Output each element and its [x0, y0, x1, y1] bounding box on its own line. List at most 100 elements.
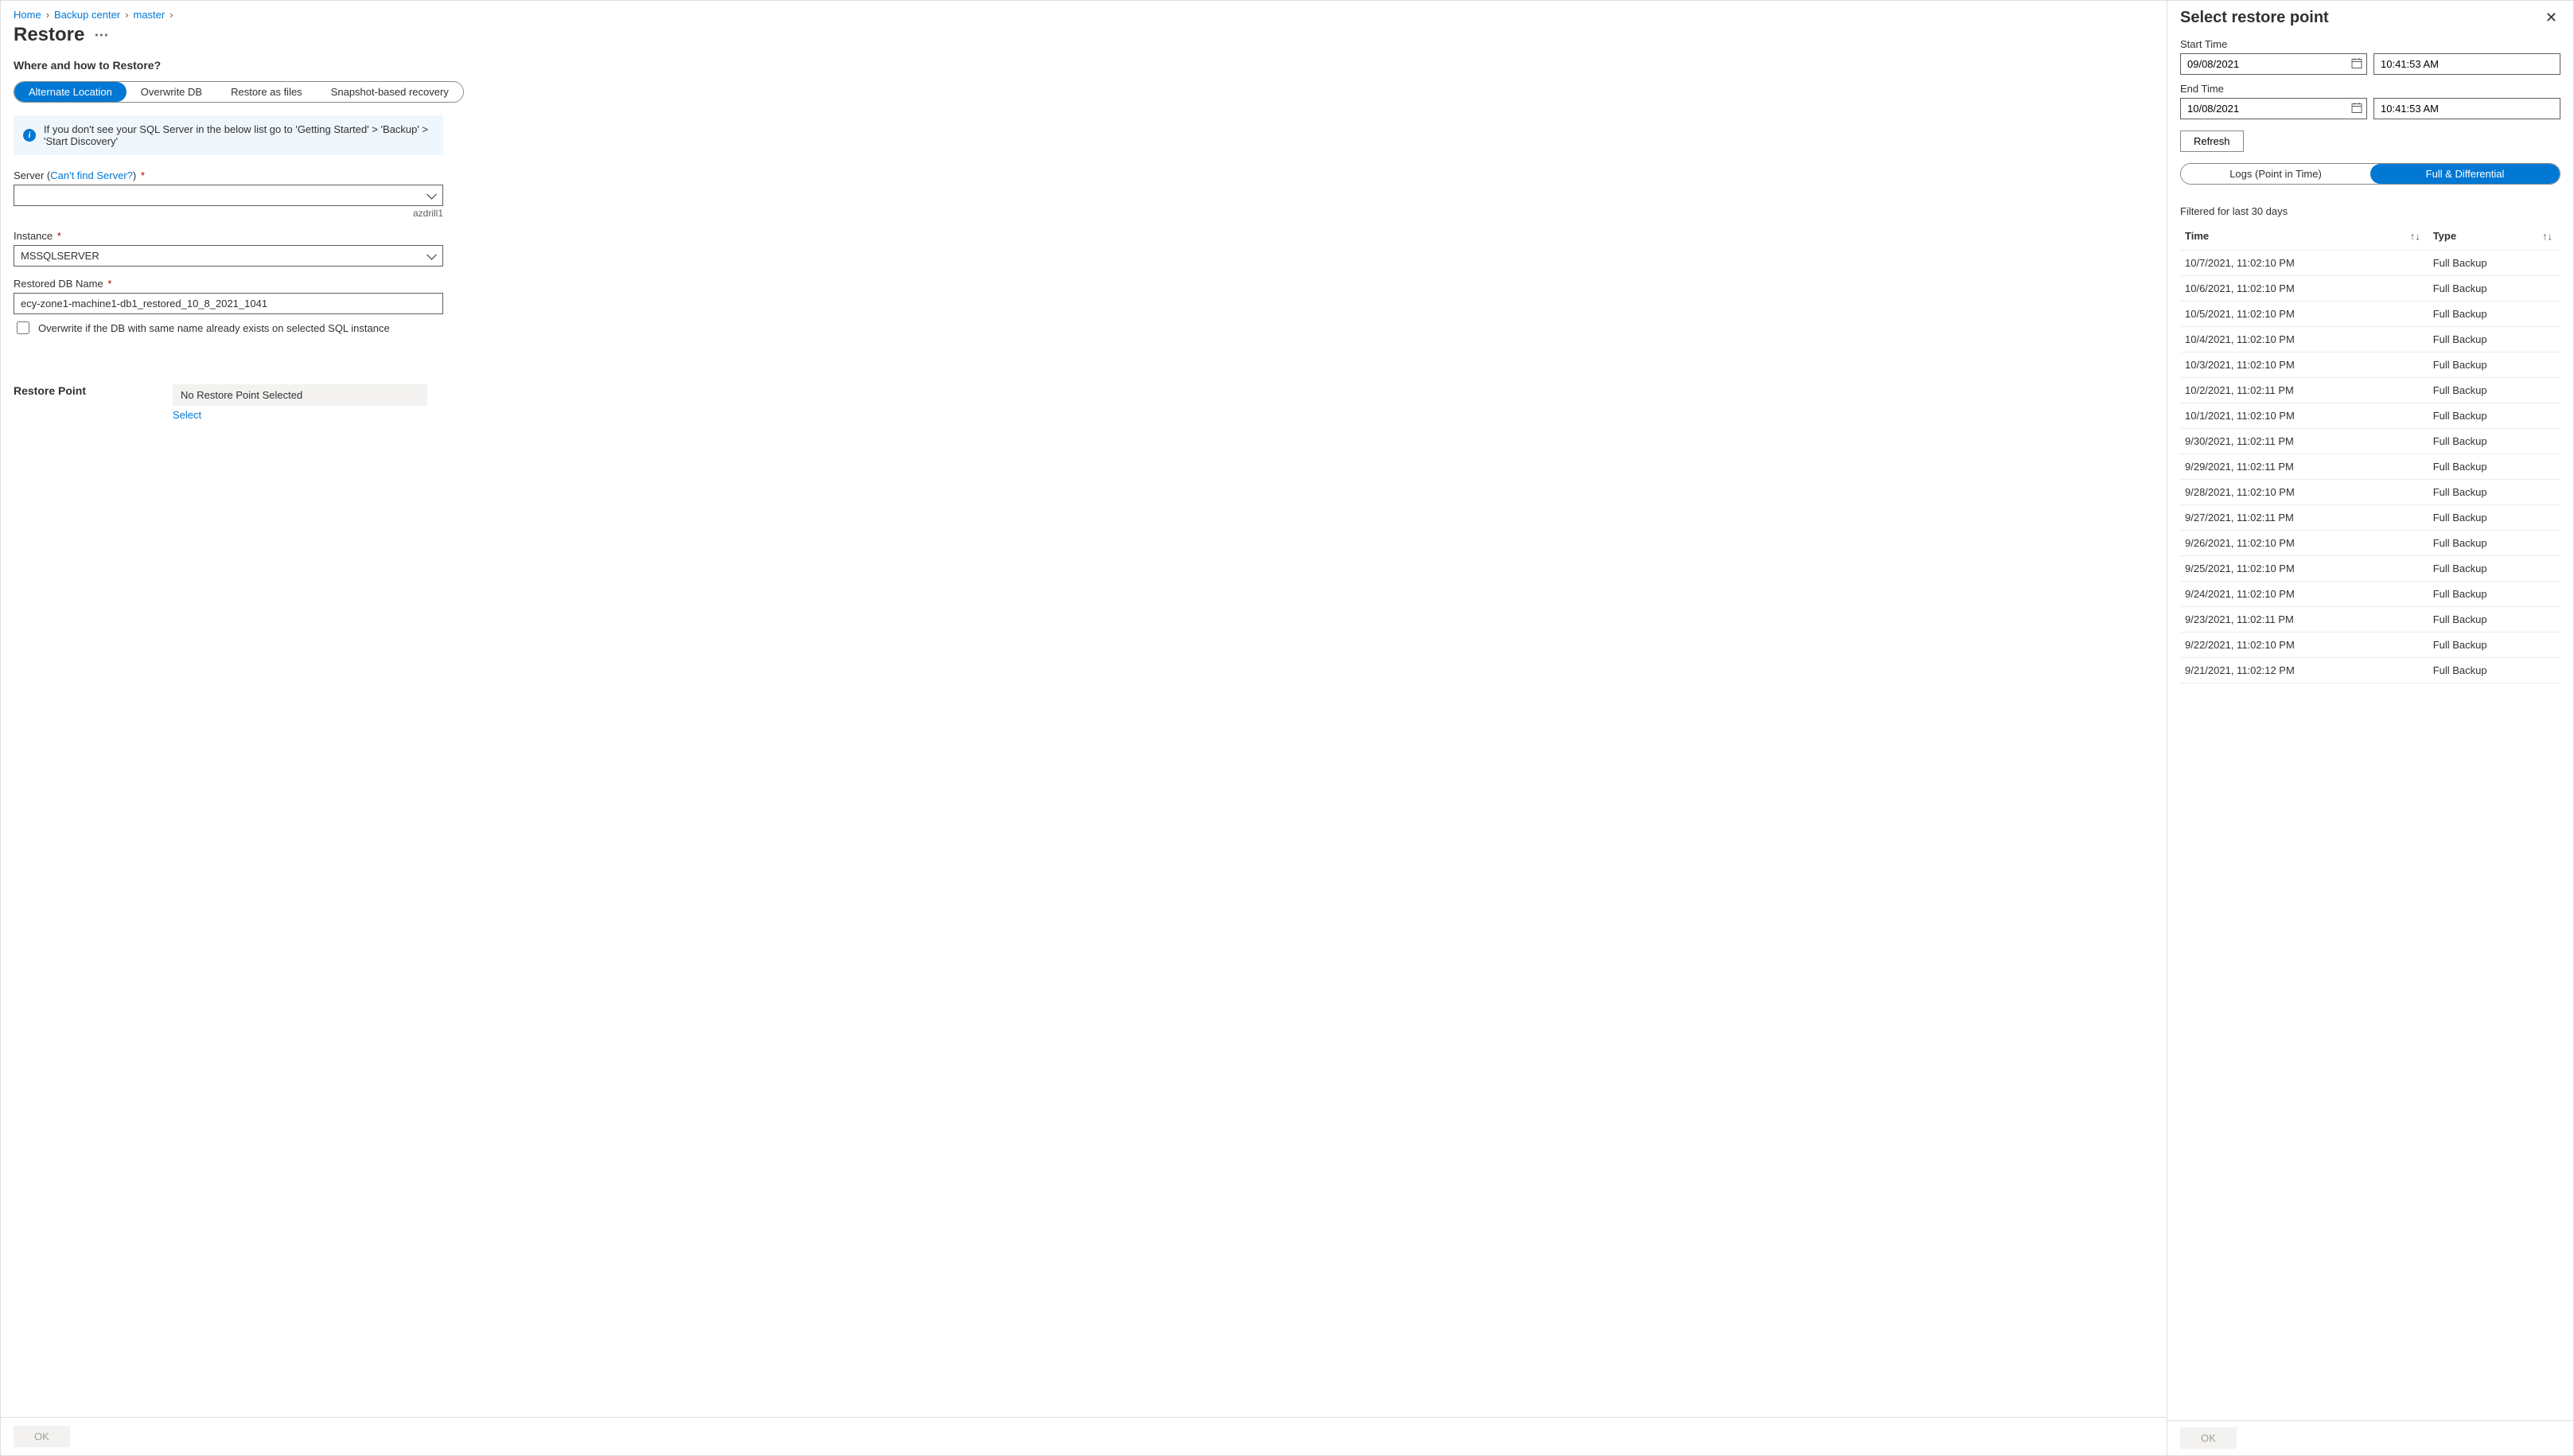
- sort-icon[interactable]: ↑↓: [2410, 230, 2420, 242]
- breadcrumb-backup-center[interactable]: Backup center: [54, 9, 120, 21]
- cell-type: Full Backup: [2428, 582, 2560, 607]
- cell-time: 9/21/2021, 11:02:12 PM: [2180, 658, 2428, 683]
- table-row[interactable]: 9/24/2021, 11:02:10 PMFull Backup: [2180, 582, 2560, 607]
- filter-note: Filtered for last 30 days: [2180, 205, 2560, 217]
- cell-type: Full Backup: [2428, 633, 2560, 658]
- table-row[interactable]: 9/26/2021, 11:02:10 PMFull Backup: [2180, 531, 2560, 556]
- pill-restore-as-files[interactable]: Restore as files: [216, 82, 317, 102]
- cell-time: 10/6/2021, 11:02:10 PM: [2180, 276, 2428, 302]
- server-label: Server (Can't find Server?) *: [14, 169, 443, 181]
- overwrite-label: Overwrite if the DB with same name alrea…: [38, 322, 390, 334]
- cell-type: Full Backup: [2428, 607, 2560, 633]
- chevron-right-icon: ›: [45, 9, 51, 21]
- section-where-how: Where and how to Restore?: [14, 59, 2154, 72]
- restore-mode-pills: Alternate Location Overwrite DB Restore …: [14, 81, 464, 103]
- table-row[interactable]: 9/22/2021, 11:02:10 PMFull Backup: [2180, 633, 2560, 658]
- restored-db-input[interactable]: [14, 293, 443, 314]
- table-row[interactable]: 9/29/2021, 11:02:11 PMFull Backup: [2180, 454, 2560, 480]
- restore-point-value: No Restore Point Selected: [173, 384, 427, 406]
- table-row[interactable]: 10/5/2021, 11:02:10 PMFull Backup: [2180, 302, 2560, 327]
- chevron-right-icon: ›: [168, 9, 174, 21]
- table-row[interactable]: 10/1/2021, 11:02:10 PMFull Backup: [2180, 403, 2560, 429]
- cell-time: 10/1/2021, 11:02:10 PM: [2180, 403, 2428, 429]
- cell-time: 10/5/2021, 11:02:10 PM: [2180, 302, 2428, 327]
- page-title-text: Restore: [14, 24, 84, 46]
- required-asterisk: *: [141, 169, 145, 181]
- cell-time: 9/24/2021, 11:02:10 PM: [2180, 582, 2428, 607]
- cell-time: 10/7/2021, 11:02:10 PM: [2180, 251, 2428, 276]
- restore-point-heading: Restore Point: [14, 384, 141, 397]
- instance-label: Instance *: [14, 230, 443, 242]
- cell-type: Full Backup: [2428, 429, 2560, 454]
- server-select[interactable]: [14, 185, 443, 206]
- table-row[interactable]: 10/4/2021, 11:02:10 PMFull Backup: [2180, 327, 2560, 352]
- instance-select[interactable]: MSSQLSERVER: [14, 245, 443, 267]
- ok-button-main: OK: [14, 1426, 70, 1447]
- cell-time: 9/26/2021, 11:02:10 PM: [2180, 531, 2428, 556]
- server-label-text: Server (: [14, 169, 50, 181]
- cell-time: 9/29/2021, 11:02:11 PM: [2180, 454, 2428, 480]
- table-row[interactable]: 10/2/2021, 11:02:11 PMFull Backup: [2180, 378, 2560, 403]
- restored-db-label: Restored DB Name *: [14, 278, 443, 290]
- cell-type: Full Backup: [2428, 276, 2560, 302]
- main-footer: OK: [1, 1417, 2167, 1455]
- pill-alternate-location[interactable]: Alternate Location: [14, 82, 127, 102]
- more-actions-button[interactable]: ⋯: [94, 28, 108, 42]
- cell-time: 10/4/2021, 11:02:10 PM: [2180, 327, 2428, 352]
- close-button[interactable]: ✕: [2542, 9, 2560, 26]
- page-title: Restore ⋯: [14, 24, 2154, 46]
- end-time-input[interactable]: [2373, 98, 2560, 119]
- pill-full-differential[interactable]: Full & Differential: [2370, 164, 2560, 184]
- start-time-label: Start Time: [2180, 38, 2560, 50]
- table-row[interactable]: 10/6/2021, 11:02:10 PMFull Backup: [2180, 276, 2560, 302]
- info-box: i If you don't see your SQL Server in th…: [14, 115, 443, 155]
- start-time-input[interactable]: [2373, 53, 2560, 75]
- table-row[interactable]: 10/3/2021, 11:02:10 PMFull Backup: [2180, 352, 2560, 378]
- col-time-header[interactable]: Time ↑↓: [2180, 222, 2428, 251]
- server-helper: azdrill1: [14, 208, 443, 219]
- cell-time: 9/27/2021, 11:02:11 PM: [2180, 505, 2428, 531]
- select-restore-point-panel: Select restore point ✕ Start Time End Ti…: [2167, 1, 2573, 1455]
- col-type-header[interactable]: Type ↑↓: [2428, 222, 2560, 251]
- info-text: If you don't see your SQL Server in the …: [44, 123, 434, 147]
- breadcrumb-master[interactable]: master: [133, 9, 165, 21]
- table-row[interactable]: 9/30/2021, 11:02:11 PMFull Backup: [2180, 429, 2560, 454]
- table-row[interactable]: 9/25/2021, 11:02:10 PMFull Backup: [2180, 556, 2560, 582]
- start-date-input[interactable]: [2180, 53, 2367, 75]
- info-icon: i: [23, 129, 36, 142]
- cell-type: Full Backup: [2428, 302, 2560, 327]
- end-time-label: End Time: [2180, 83, 2560, 95]
- table-row[interactable]: 10/7/2021, 11:02:10 PMFull Backup: [2180, 251, 2560, 276]
- restore-point-type-pills: Logs (Point in Time) Full & Differential: [2180, 163, 2560, 185]
- table-row[interactable]: 9/23/2021, 11:02:11 PMFull Backup: [2180, 607, 2560, 633]
- cant-find-server-link[interactable]: Can't find Server?: [50, 169, 133, 181]
- cell-type: Full Backup: [2428, 403, 2560, 429]
- cell-type: Full Backup: [2428, 251, 2560, 276]
- pill-logs-pit[interactable]: Logs (Point in Time): [2181, 164, 2370, 184]
- cell-type: Full Backup: [2428, 480, 2560, 505]
- refresh-button[interactable]: Refresh: [2180, 130, 2244, 152]
- cell-time: 9/28/2021, 11:02:10 PM: [2180, 480, 2428, 505]
- chevron-right-icon: ›: [123, 9, 130, 21]
- server-label-close: ): [133, 169, 136, 181]
- breadcrumb: Home › Backup center › master ›: [14, 9, 2154, 21]
- table-row[interactable]: 9/28/2021, 11:02:10 PMFull Backup: [2180, 480, 2560, 505]
- cell-type: Full Backup: [2428, 352, 2560, 378]
- col-type-text: Type: [2433, 230, 2456, 242]
- restore-point-select-link[interactable]: Select: [173, 409, 201, 421]
- pill-snapshot-recovery[interactable]: Snapshot-based recovery: [317, 82, 463, 102]
- breadcrumb-home[interactable]: Home: [14, 9, 41, 21]
- restore-points-table: Time ↑↓ Type ↑↓ 10/7/2021, 11:02:10 PMFu…: [2180, 222, 2560, 683]
- restored-db-label-text: Restored DB Name: [14, 278, 103, 290]
- end-date-input[interactable]: [2180, 98, 2367, 119]
- cell-type: Full Backup: [2428, 505, 2560, 531]
- table-row[interactable]: 9/27/2021, 11:02:11 PMFull Backup: [2180, 505, 2560, 531]
- pill-overwrite-db[interactable]: Overwrite DB: [127, 82, 216, 102]
- col-time-text: Time: [2185, 230, 2209, 242]
- sort-icon[interactable]: ↑↓: [2542, 230, 2553, 242]
- table-row[interactable]: 9/21/2021, 11:02:12 PMFull Backup: [2180, 658, 2560, 683]
- cell-type: Full Backup: [2428, 658, 2560, 683]
- cell-type: Full Backup: [2428, 454, 2560, 480]
- cell-time: 9/25/2021, 11:02:10 PM: [2180, 556, 2428, 582]
- overwrite-checkbox[interactable]: [17, 321, 29, 334]
